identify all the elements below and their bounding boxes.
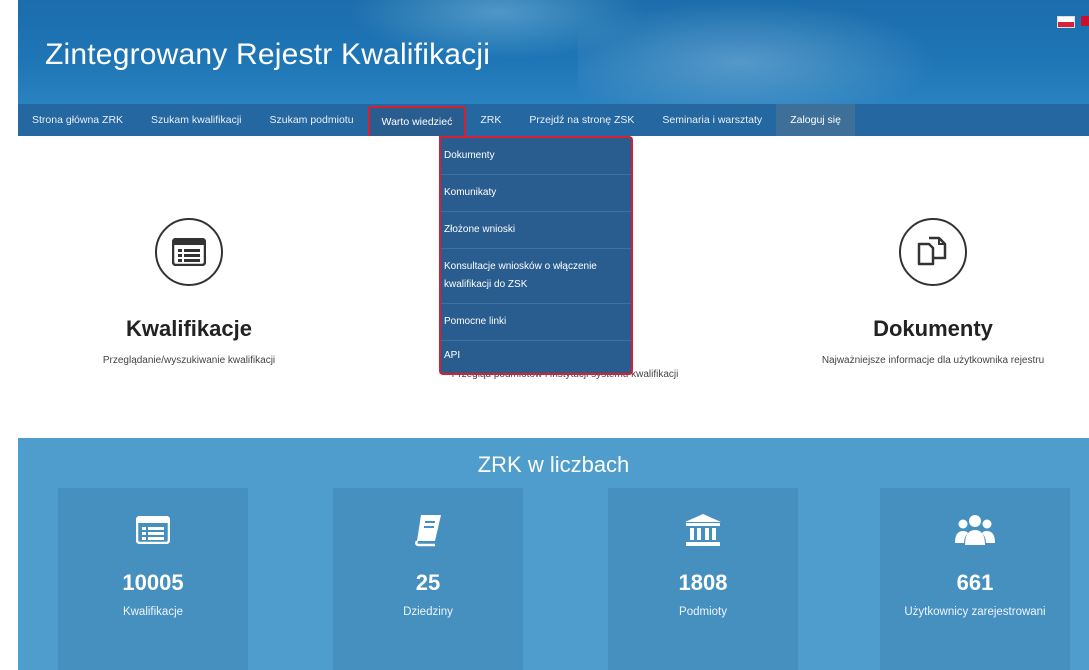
users-icon	[955, 515, 995, 545]
stat-box-users[interactable]: 661 Użytkownicy zarejestrowani	[880, 488, 1070, 670]
nav-item-zrk[interactable]: ZRK	[466, 104, 515, 136]
dropdown-item-consultations[interactable]: Konsultacje wniosków o włączenie kwalifi…	[441, 249, 631, 304]
nav-item-login[interactable]: Zaloguj się	[776, 104, 855, 136]
dropdown-item-submitted-applications[interactable]: Złożone wnioski	[441, 212, 631, 249]
stats-section: ZRK w liczbach 10005 Kwalifikacje 25 Dzi…	[18, 438, 1089, 670]
stat-label: Użytkownicy zarejestrowani	[904, 606, 1046, 618]
stat-number: 25	[415, 570, 441, 595]
language-switcher	[1057, 16, 1089, 28]
feature-documents[interactable]: Dokumenty Najważniejsze informacje dla u…	[778, 218, 1088, 370]
english-flag-icon[interactable]	[1081, 16, 1089, 26]
site-title[interactable]: Zintegrowany Rejestr Kwalifikacji	[45, 38, 490, 72]
dropdown-item-documents[interactable]: Dokumenty	[441, 138, 631, 175]
dropdown-item-useful-links[interactable]: Pomocne linki	[441, 304, 631, 341]
site-header: Zintegrowany Rejestr Kwalifikacji	[18, 0, 1089, 104]
stat-label: Kwalifikacje	[122, 606, 184, 618]
nav-item-search-entity[interactable]: Szukam podmiotu	[256, 104, 368, 136]
main-nav: Strona główna ZRK Szukam kwalifikacji Sz…	[18, 104, 1089, 136]
nav-item-search-qualifications[interactable]: Szukam kwalifikacji	[137, 104, 255, 136]
feature-description: Najważniejsze informacje dla użytkownika…	[821, 355, 1045, 366]
nav-item-home[interactable]: Strona główna ZRK	[18, 104, 137, 136]
feature-circle	[899, 218, 967, 286]
worth-knowing-dropdown: Dokumenty Komunikaty Złożone wnioski Kon…	[439, 136, 633, 375]
stat-number: 1808	[678, 570, 728, 595]
institution-icon	[685, 514, 721, 546]
stat-box-domains[interactable]: 25 Dziedziny	[333, 488, 523, 670]
list-icon	[172, 238, 206, 266]
stat-label: Dziedziny	[403, 606, 453, 618]
stat-label: Podmioty	[679, 606, 727, 618]
page: Zintegrowany Rejestr Kwalifikacji Strona…	[18, 0, 1089, 670]
stat-number: 661	[956, 570, 994, 595]
dropdown-item-api[interactable]: API	[441, 341, 631, 373]
feature-qualifications[interactable]: Kwalifikacje Przeglądanie/wyszukiwanie k…	[64, 218, 314, 370]
documents-icon	[917, 236, 947, 266]
nav-item-worth-knowing[interactable]: Warto wiedzieć	[367, 106, 467, 136]
book-icon	[415, 515, 441, 547]
stat-number: 10005	[122, 570, 184, 595]
stat-box-entities[interactable]: 1808 Podmioty	[608, 488, 798, 670]
nav-item-seminars[interactable]: Seminaria i warsztaty	[648, 104, 776, 136]
stat-box-qualifications[interactable]: 10005 Kwalifikacje	[58, 488, 248, 670]
feature-description: Przeglądanie/wyszukiwanie kwalifikacji	[102, 355, 276, 366]
dropdown-item-announcements[interactable]: Komunikaty	[441, 175, 631, 212]
feature-title: Kwalifikacje	[126, 316, 252, 341]
nav-item-go-to-zsk[interactable]: Przejdź na stronę ZSK	[515, 104, 648, 136]
polish-flag-icon[interactable]	[1057, 16, 1075, 28]
stats-title: ZRK w liczbach	[477, 452, 630, 477]
feature-circle	[155, 218, 223, 286]
feature-title: Dokumenty	[873, 316, 993, 341]
list-icon	[136, 516, 170, 544]
